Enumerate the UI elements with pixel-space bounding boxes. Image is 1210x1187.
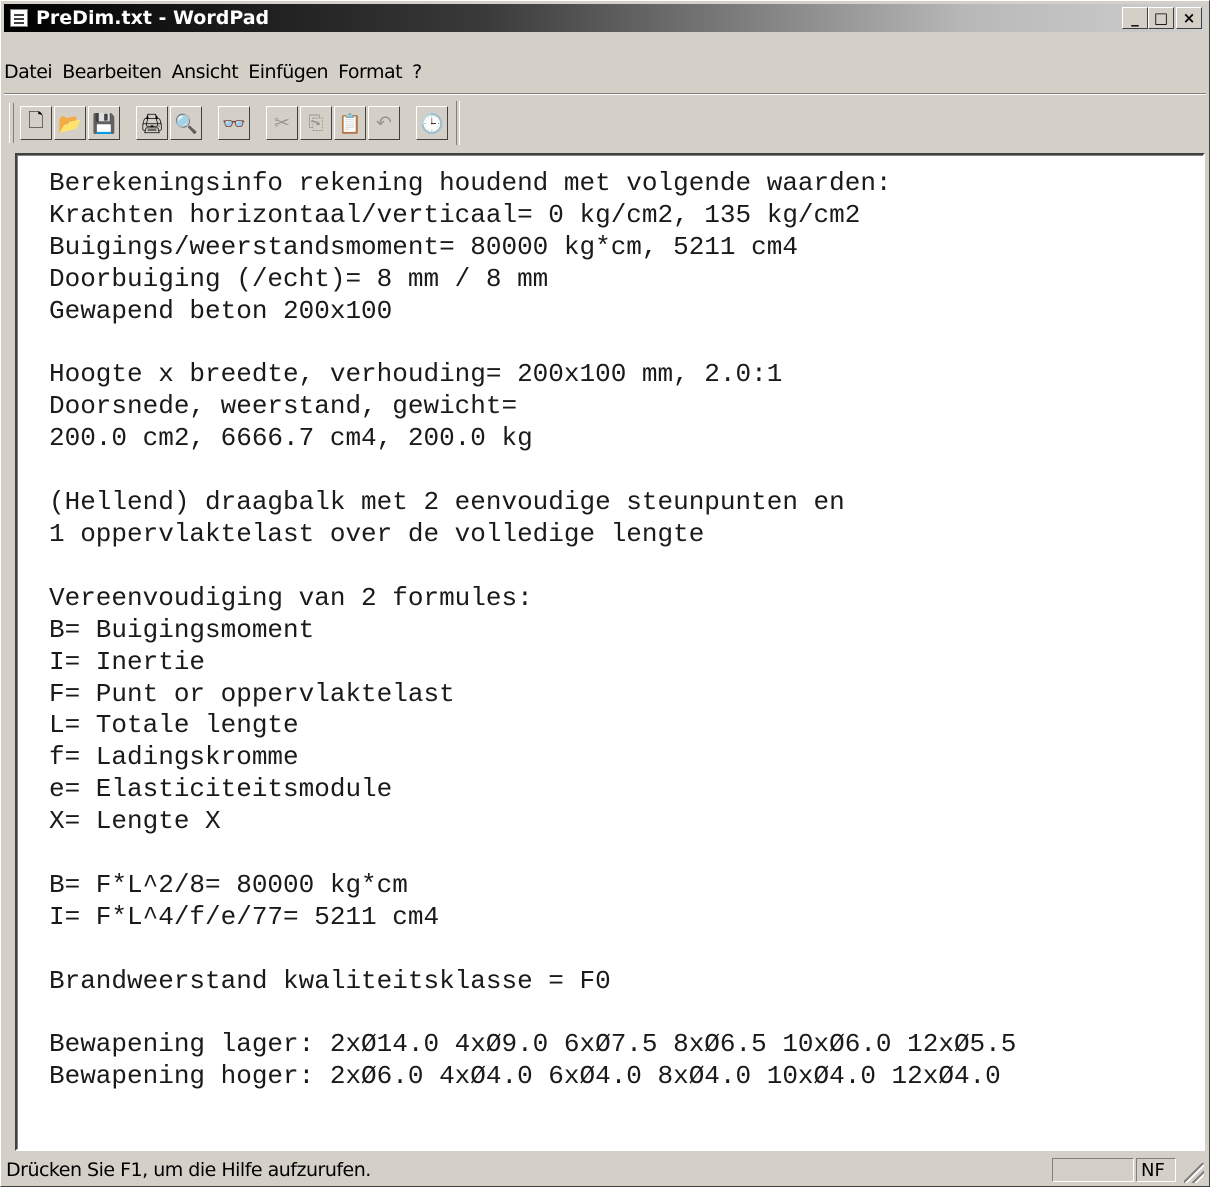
calendar-clock-icon: 🕒: [420, 112, 444, 135]
document-line: Buigings/weerstandsmoment= 80000 kg*cm, …: [49, 231, 798, 262]
document-line: Krachten horizontaal/verticaal= 0 kg/cm2…: [49, 199, 861, 230]
wordpad-window: PreDim.txt - WordPad _ □ × Datei Bearbei…: [0, 0, 1210, 1187]
insert-datetime-button[interactable]: 🕒: [416, 106, 448, 140]
document-line: (Hellend) draagbalk met 2 eenvoudige ste…: [49, 487, 845, 518]
document-line: Brandweerstand kwaliteitsklasse = F0: [49, 965, 611, 996]
document-line: Hoogte x breedte, verhouding= 200x100 mm…: [49, 359, 783, 390]
menu-datei[interactable]: Datei: [4, 61, 62, 83]
window-controls: _ □ ×: [1122, 7, 1202, 29]
document-line: Bewapening lager: 2xØ14.0 4xØ9.0 6xØ7.5 …: [49, 1029, 1017, 1060]
status-bar: Drücken Sie F1, um die Hilfe aufzurufen.…: [4, 1155, 1206, 1185]
status-help-text: Drücken Sie F1, um die Hilfe aufzurufen.: [6, 1159, 371, 1181]
menu-format[interactable]: Format: [338, 61, 412, 83]
maximize-button[interactable]: □: [1148, 7, 1174, 29]
print-preview-icon: 🔍: [174, 112, 198, 135]
minimize-button[interactable]: _: [1122, 7, 1148, 29]
toolbar-divider: [4, 93, 1206, 95]
status-panel-empty: [1052, 1158, 1134, 1182]
document-line: Bewapening hoger: 2xØ6.0 4xØ4.0 6xØ4.0 8…: [49, 1061, 1001, 1092]
window-title: PreDim.txt - WordPad: [36, 7, 270, 29]
toolbar: 🗋 📂 💾 🖨 🔍 👓 ✂ ⎘ 📋 ↶ 🕒: [9, 99, 609, 147]
open-folder-icon: 📂: [58, 112, 82, 135]
find-button[interactable]: 👓: [218, 106, 250, 140]
scissors-icon: ✂: [274, 112, 290, 134]
toolbar-grip[interactable]: [9, 103, 14, 143]
resize-grip-icon[interactable]: [1184, 1163, 1204, 1183]
document-line: B= Buigingsmoment: [49, 614, 315, 645]
paste-button[interactable]: 📋: [334, 106, 366, 140]
print-preview-button[interactable]: 🔍: [170, 106, 202, 140]
menu-ansicht[interactable]: Ansicht: [172, 61, 249, 83]
document-line: I= F*L^4/f/e/77= 5211 cm4: [49, 901, 440, 932]
document-line: F= Punt or oppervlaktelast: [49, 678, 455, 709]
document-line: f= Ladingskromme: [49, 742, 299, 773]
numlock-indicator: NF: [1136, 1158, 1176, 1182]
copy-icon: ⎘: [308, 112, 324, 134]
toolbar-end-divider: [456, 101, 460, 145]
document-line: L= Totale lengte: [49, 710, 299, 741]
floppy-disk-icon: 💾: [92, 112, 116, 135]
menu-bearbeiten[interactable]: Bearbeiten: [62, 61, 171, 83]
document-edit-area[interactable]: Berekeningsinfo rekening houdend met vol…: [15, 153, 1205, 1151]
clipboard-icon: 📋: [338, 112, 362, 135]
document-line: Berekeningsinfo rekening houdend met vol…: [49, 168, 892, 198]
document-line: B= F*L^2/8= 80000 kg*cm: [49, 869, 408, 900]
menu-bar: Datei Bearbeiten Ansicht Einfügen Format…: [4, 57, 1206, 87]
document-line: 1 oppervlaktelast over de volledige leng…: [49, 518, 705, 549]
menu-einfuegen[interactable]: Einfügen: [248, 61, 338, 83]
print-button[interactable]: 🖨: [136, 106, 168, 140]
document-line: 200.0 cm2, 6666.7 cm4, 200.0 kg: [49, 423, 533, 454]
copy-button[interactable]: ⎘: [300, 106, 332, 140]
binoculars-icon: 👓: [222, 112, 246, 135]
new-file-icon: 🗋: [28, 110, 44, 132]
title-bar[interactable]: PreDim.txt - WordPad _ □ ×: [4, 4, 1206, 32]
document-line: Doorbuiging (/echt)= 8 mm / 8 mm: [49, 263, 549, 294]
menu-help[interactable]: ?: [412, 61, 432, 83]
open-button[interactable]: 📂: [54, 106, 86, 140]
cut-button[interactable]: ✂: [266, 106, 298, 140]
document-line: Gewapend beton 200x100: [49, 295, 393, 326]
new-document-button[interactable]: 🗋: [20, 106, 52, 140]
document-line: Vereenvoudiging van 2 formules:: [49, 582, 533, 613]
document-line: I= Inertie: [49, 646, 206, 677]
printer-icon: 🖨: [139, 112, 165, 135]
undo-button[interactable]: ↶: [368, 106, 400, 140]
wordpad-app-icon[interactable]: [10, 9, 28, 27]
undo-arrow-icon: ↶: [376, 112, 392, 134]
document-line: Doorsnede, weerstand, gewicht=: [49, 391, 518, 422]
close-button[interactable]: ×: [1176, 7, 1202, 29]
save-button[interactable]: 💾: [88, 106, 120, 140]
document-line: X= Lengte X: [49, 806, 221, 837]
document-line: e= Elasticiteitsmodule: [49, 774, 393, 805]
document-text[interactable]: Berekeningsinfo rekening houdend met vol…: [49, 168, 1016, 1093]
